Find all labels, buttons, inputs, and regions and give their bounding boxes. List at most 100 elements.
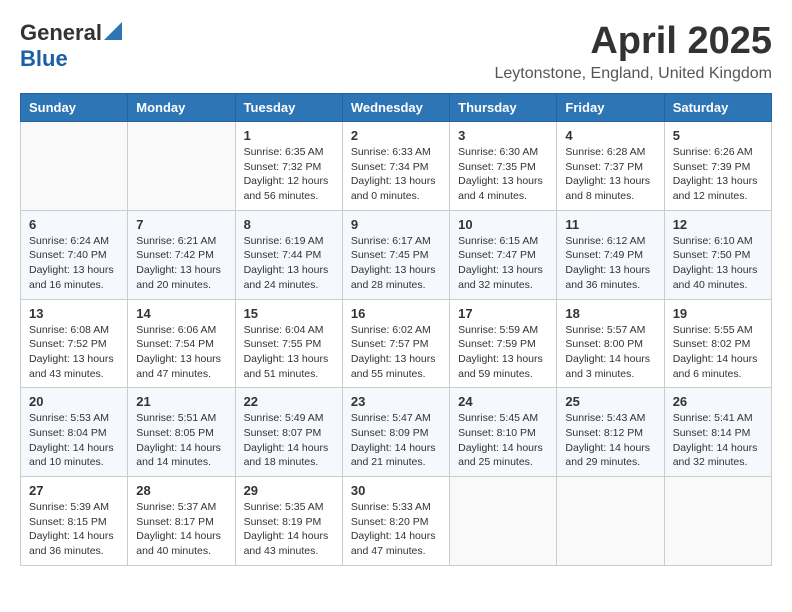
day-number: 3 [458, 128, 548, 143]
day-number: 7 [136, 217, 226, 232]
calendar-cell [450, 477, 557, 566]
calendar-cell: 4 Sunrise: 6:28 AM Sunset: 7:37 PM Daylig… [557, 122, 664, 211]
calendar-cell: 25 Sunrise: 5:43 AM Sunset: 8:12 PM Dayli… [557, 388, 664, 477]
day-number: 25 [565, 394, 655, 409]
col-friday: Friday [557, 94, 664, 122]
day-info: Sunrise: 5:41 AM Sunset: 8:14 PM Dayligh… [673, 411, 763, 470]
day-info: Sunrise: 5:39 AM Sunset: 8:15 PM Dayligh… [29, 500, 119, 559]
day-info: Sunrise: 6:19 AM Sunset: 7:44 PM Dayligh… [244, 234, 334, 293]
day-number: 24 [458, 394, 548, 409]
day-number: 29 [244, 483, 334, 498]
day-info: Sunrise: 6:26 AM Sunset: 7:39 PM Dayligh… [673, 145, 763, 204]
calendar-cell: 8 Sunrise: 6:19 AM Sunset: 7:44 PM Daylig… [235, 210, 342, 299]
day-number: 22 [244, 394, 334, 409]
day-number: 14 [136, 306, 226, 321]
calendar-cell: 5 Sunrise: 6:26 AM Sunset: 7:39 PM Daylig… [664, 122, 771, 211]
day-number: 8 [244, 217, 334, 232]
calendar-cell: 26 Sunrise: 5:41 AM Sunset: 8:14 PM Dayli… [664, 388, 771, 477]
calendar-cell: 12Sunrise: 6:10 AM Sunset: 7:50 PM Dayli… [664, 210, 771, 299]
calendar-cell: 16 Sunrise: 6:02 AM Sunset: 7:57 PM Dayli… [342, 299, 449, 388]
day-info: Sunrise: 6:35 AM Sunset: 7:32 PM Dayligh… [244, 145, 334, 204]
header: General Blue April 2025 Leytonstone, Eng… [20, 20, 772, 83]
calendar-cell [128, 122, 235, 211]
calendar-cell: 15 Sunrise: 6:04 AM Sunset: 7:55 PM Dayli… [235, 299, 342, 388]
day-number: 16 [351, 306, 441, 321]
calendar-cell: 13Sunrise: 6:08 AM Sunset: 7:52 PM Dayli… [21, 299, 128, 388]
day-info: Sunrise: 5:49 AM Sunset: 8:07 PM Dayligh… [244, 411, 334, 470]
day-info: Sunrise: 5:37 AM Sunset: 8:17 PM Dayligh… [136, 500, 226, 559]
day-number: 6 [29, 217, 119, 232]
calendar-cell: 18 Sunrise: 5:57 AM Sunset: 8:00 PM Dayli… [557, 299, 664, 388]
calendar-cell [557, 477, 664, 566]
calendar-cell: 6 Sunrise: 6:24 AM Sunset: 7:40 PM Daylig… [21, 210, 128, 299]
calendar-cell: 30 Sunrise: 5:33 AM Sunset: 8:20 PM Dayli… [342, 477, 449, 566]
day-info: Sunrise: 6:02 AM Sunset: 7:57 PM Dayligh… [351, 323, 441, 382]
calendar-cell [21, 122, 128, 211]
day-number: 2 [351, 128, 441, 143]
calendar-cell: 17Sunrise: 5:59 AM Sunset: 7:59 PM Dayli… [450, 299, 557, 388]
calendar-week-row: 6 Sunrise: 6:24 AM Sunset: 7:40 PM Daylig… [21, 210, 772, 299]
calendar-cell: 1Sunrise: 6:35 AM Sunset: 7:32 PM Daylig… [235, 122, 342, 211]
calendar-cell: 2 Sunrise: 6:33 AM Sunset: 7:34 PM Daylig… [342, 122, 449, 211]
logo-blue-text: Blue [20, 46, 68, 72]
calendar-cell: 20Sunrise: 5:53 AM Sunset: 8:04 PM Dayli… [21, 388, 128, 477]
calendar-cell: 19Sunrise: 5:55 AM Sunset: 8:02 PM Dayli… [664, 299, 771, 388]
col-monday: Monday [128, 94, 235, 122]
col-wednesday: Wednesday [342, 94, 449, 122]
location-title: Leytonstone, England, United Kingdom [494, 65, 772, 83]
logo-triangle-icon [104, 22, 122, 40]
col-sunday: Sunday [21, 94, 128, 122]
day-info: Sunrise: 5:47 AM Sunset: 8:09 PM Dayligh… [351, 411, 441, 470]
month-title: April 2025 [494, 20, 772, 63]
day-number: 15 [244, 306, 334, 321]
day-info: Sunrise: 5:53 AM Sunset: 8:04 PM Dayligh… [29, 411, 119, 470]
calendar-table: Sunday Monday Tuesday Wednesday Thursday… [20, 93, 772, 566]
calendar-week-row: 20Sunrise: 5:53 AM Sunset: 8:04 PM Dayli… [21, 388, 772, 477]
calendar-header-row: Sunday Monday Tuesday Wednesday Thursday… [21, 94, 772, 122]
calendar-week-row: 1Sunrise: 6:35 AM Sunset: 7:32 PM Daylig… [21, 122, 772, 211]
day-number: 28 [136, 483, 226, 498]
day-info: Sunrise: 6:12 AM Sunset: 7:49 PM Dayligh… [565, 234, 655, 293]
calendar-cell: 24 Sunrise: 5:45 AM Sunset: 8:10 PM Dayli… [450, 388, 557, 477]
day-info: Sunrise: 5:45 AM Sunset: 8:10 PM Dayligh… [458, 411, 548, 470]
day-number: 21 [136, 394, 226, 409]
calendar-cell: 11 Sunrise: 6:12 AM Sunset: 7:49 PM Dayli… [557, 210, 664, 299]
calendar-cell: 29 Sunrise: 5:35 AM Sunset: 8:19 PM Dayli… [235, 477, 342, 566]
calendar-week-row: 13Sunrise: 6:08 AM Sunset: 7:52 PM Dayli… [21, 299, 772, 388]
day-number: 5 [673, 128, 763, 143]
day-info: Sunrise: 6:10 AM Sunset: 7:50 PM Dayligh… [673, 234, 763, 293]
calendar-cell: 28 Sunrise: 5:37 AM Sunset: 8:17 PM Dayli… [128, 477, 235, 566]
day-info: Sunrise: 5:35 AM Sunset: 8:19 PM Dayligh… [244, 500, 334, 559]
day-number: 30 [351, 483, 441, 498]
day-info: Sunrise: 5:57 AM Sunset: 8:00 PM Dayligh… [565, 323, 655, 382]
day-info: Sunrise: 5:33 AM Sunset: 8:20 PM Dayligh… [351, 500, 441, 559]
calendar-cell: 3 Sunrise: 6:30 AM Sunset: 7:35 PM Daylig… [450, 122, 557, 211]
calendar-cell [664, 477, 771, 566]
day-number: 26 [673, 394, 763, 409]
day-info: Sunrise: 6:17 AM Sunset: 7:45 PM Dayligh… [351, 234, 441, 293]
day-info: Sunrise: 5:43 AM Sunset: 8:12 PM Dayligh… [565, 411, 655, 470]
day-number: 18 [565, 306, 655, 321]
calendar-cell: 9Sunrise: 6:17 AM Sunset: 7:45 PM Daylig… [342, 210, 449, 299]
calendar-cell: 22 Sunrise: 5:49 AM Sunset: 8:07 PM Dayli… [235, 388, 342, 477]
col-saturday: Saturday [664, 94, 771, 122]
day-info: Sunrise: 6:28 AM Sunset: 7:37 PM Dayligh… [565, 145, 655, 204]
calendar-cell: 27Sunrise: 5:39 AM Sunset: 8:15 PM Dayli… [21, 477, 128, 566]
day-number: 4 [565, 128, 655, 143]
day-info: Sunrise: 6:08 AM Sunset: 7:52 PM Dayligh… [29, 323, 119, 382]
day-info: Sunrise: 6:24 AM Sunset: 7:40 PM Dayligh… [29, 234, 119, 293]
calendar-cell: 23Sunrise: 5:47 AM Sunset: 8:09 PM Dayli… [342, 388, 449, 477]
col-thursday: Thursday [450, 94, 557, 122]
logo-general-text: General [20, 20, 102, 46]
day-info: Sunrise: 6:15 AM Sunset: 7:47 PM Dayligh… [458, 234, 548, 293]
day-info: Sunrise: 6:33 AM Sunset: 7:34 PM Dayligh… [351, 145, 441, 204]
day-number: 17 [458, 306, 548, 321]
title-area: April 2025 Leytonstone, England, United … [494, 20, 772, 83]
day-info: Sunrise: 5:51 AM Sunset: 8:05 PM Dayligh… [136, 411, 226, 470]
day-info: Sunrise: 6:04 AM Sunset: 7:55 PM Dayligh… [244, 323, 334, 382]
day-info: Sunrise: 6:30 AM Sunset: 7:35 PM Dayligh… [458, 145, 548, 204]
day-number: 11 [565, 217, 655, 232]
calendar-cell: 14Sunrise: 6:06 AM Sunset: 7:54 PM Dayli… [128, 299, 235, 388]
logo: General Blue [20, 20, 122, 72]
day-info: Sunrise: 6:21 AM Sunset: 7:42 PM Dayligh… [136, 234, 226, 293]
